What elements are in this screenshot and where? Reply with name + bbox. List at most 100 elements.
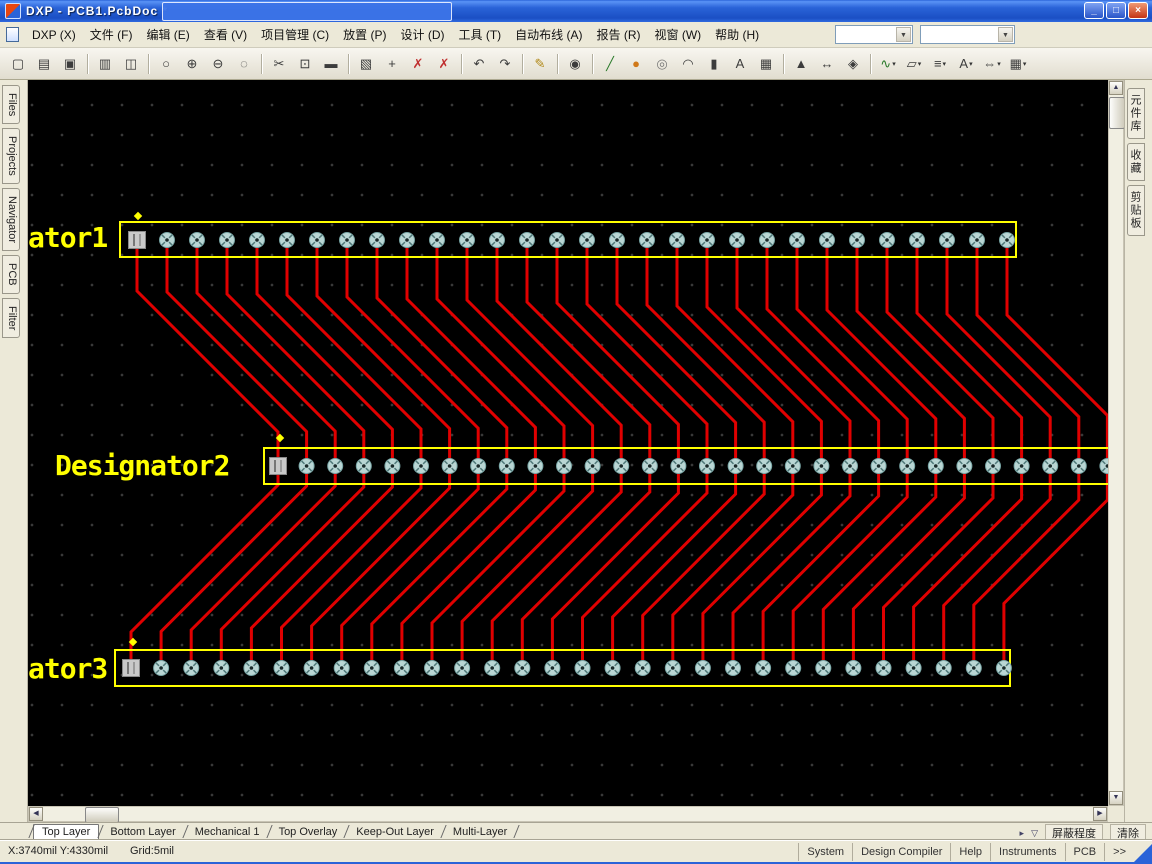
- pcb-canvas[interactable]: ator1 Designator2 ator3: [28, 80, 1108, 806]
- sidebar-tab-projects[interactable]: Projects: [2, 128, 20, 184]
- menu-item-v[interactable]: 查看 (V): [197, 23, 254, 46]
- menu-item-d[interactable]: 设计 (D): [394, 23, 452, 46]
- arc-icon[interactable]: ◠: [676, 53, 700, 75]
- pcb-pad-1[interactable]: [270, 458, 287, 475]
- status-panel-design-compiler[interactable]: Design Compiler: [852, 843, 950, 861]
- menu-item-r[interactable]: 报告 (R): [590, 23, 648, 46]
- dimension-tool-icon[interactable]: ⇔▾: [980, 53, 1004, 75]
- panel-arrow-icon[interactable]: ▸: [1020, 828, 1025, 839]
- via-icon[interactable]: ◎: [650, 53, 674, 75]
- zoom-out-icon[interactable]: ⊖: [206, 53, 230, 75]
- horizontal-scrollbar[interactable]: ◀ ▶: [28, 806, 1108, 822]
- close-button[interactable]: ×: [1128, 2, 1148, 19]
- chevron-down-icon[interactable]: ▾: [969, 60, 973, 68]
- pcb-trace[interactable]: [1004, 466, 1108, 668]
- pcb-trace[interactable]: [884, 466, 994, 668]
- pcb-trace[interactable]: [377, 240, 507, 466]
- menu-item-t[interactable]: 工具 (T): [452, 23, 509, 46]
- dimension-icon[interactable]: ↔: [815, 53, 839, 75]
- status-panel-instruments[interactable]: Instruments: [990, 843, 1064, 861]
- pcb-designator-label[interactable]: ator3: [28, 652, 107, 685]
- cut-icon[interactable]: ✂: [267, 53, 291, 75]
- pcb-trace[interactable]: [407, 240, 535, 466]
- pcb-pad-1[interactable]: [129, 232, 146, 249]
- grid-tool-icon[interactable]: ▦▾: [1006, 53, 1030, 75]
- chevron-down-icon[interactable]: ▾: [1023, 60, 1027, 68]
- origin-icon[interactable]: ◈: [841, 53, 865, 75]
- utility-tool-icon[interactable]: ▱▾: [902, 53, 926, 75]
- layer-tab-mechanical-1[interactable]: Mechanical 1: [187, 825, 268, 839]
- scroll-right-icon[interactable]: ▶: [1093, 807, 1107, 821]
- titlebar[interactable]: DXP - PCB1.PcbDoc * _ □ ×: [0, 0, 1152, 22]
- fill-icon[interactable]: ▮: [702, 53, 726, 75]
- menu-item-w[interactable]: 视窗 (W): [648, 23, 709, 46]
- pcb-trace[interactable]: [797, 240, 907, 466]
- annotation-tool-icon[interactable]: A▾: [954, 53, 978, 75]
- vertical-scrollbar[interactable]: ▲ ▼: [1108, 80, 1124, 806]
- pcb-trace[interactable]: [944, 466, 1050, 668]
- chevron-down-icon[interactable]: ▾: [997, 60, 1001, 68]
- find-icon[interactable]: ◉: [563, 53, 587, 75]
- pcb-trace[interactable]: [853, 466, 964, 668]
- sidebar-tab-pcb[interactable]: PCB: [2, 255, 20, 294]
- redo-icon[interactable]: ↷: [493, 53, 517, 75]
- select-area-icon[interactable]: ▧: [354, 53, 378, 75]
- chevron-down-icon[interactable]: ▼: [998, 27, 1013, 42]
- pcb-trace[interactable]: [827, 240, 936, 466]
- zoom-in-icon[interactable]: ⊕: [180, 53, 204, 75]
- right-panel-tab-0[interactable]: 元件库: [1127, 88, 1145, 139]
- right-panel-tab-1[interactable]: 收藏: [1127, 143, 1145, 181]
- pcb-designator-label[interactable]: ator1: [28, 221, 107, 254]
- pcb-pad-1[interactable]: [123, 660, 140, 677]
- print-icon[interactable]: ▥: [93, 53, 117, 75]
- pcb-trace[interactable]: [467, 240, 593, 466]
- undo-icon[interactable]: ↶: [467, 53, 491, 75]
- status-panel-pcb[interactable]: PCB: [1065, 843, 1105, 861]
- menu-combo-1[interactable]: ▼: [835, 25, 913, 44]
- scroll-up-icon[interactable]: ▲: [1109, 81, 1123, 95]
- minimize-button[interactable]: _: [1084, 2, 1104, 19]
- new-document-icon[interactable]: ▢: [6, 53, 30, 75]
- pcb-trace[interactable]: [437, 240, 564, 466]
- pcb-trace[interactable]: [317, 240, 450, 466]
- polygon-icon[interactable]: ▲: [789, 53, 813, 75]
- restore-button[interactable]: □: [1106, 2, 1126, 19]
- status-panel-help[interactable]: Help: [950, 843, 990, 861]
- layer-tab-multi-layer[interactable]: Multi-Layer: [445, 825, 515, 839]
- clear-selection-icon[interactable]: ✗: [406, 53, 430, 75]
- pad-icon[interactable]: ●: [624, 53, 648, 75]
- sidebar-tab-navigator[interactable]: Navigator: [2, 188, 20, 251]
- menu-item-dxp-x[interactable]: DXP (X): [25, 25, 83, 45]
- menu-item-a[interactable]: 自动布线 (A): [508, 23, 589, 46]
- wiring-tool-icon[interactable]: ∿▾: [876, 53, 900, 75]
- chevron-down-icon[interactable]: ▾: [892, 60, 896, 68]
- menu-item-e[interactable]: 编辑 (E): [139, 23, 196, 46]
- resize-grip[interactable]: [1132, 844, 1152, 864]
- zoom-selection-icon[interactable]: ◌: [232, 53, 256, 75]
- chevron-down-icon[interactable]: ▼: [896, 27, 911, 42]
- string-icon[interactable]: A: [728, 53, 752, 75]
- chevron-down-icon[interactable]: ▾: [918, 60, 922, 68]
- layer-tab-bottom-layer[interactable]: Bottom Layer: [102, 825, 183, 839]
- chevron-down-icon[interactable]: ▾: [943, 60, 947, 68]
- sidebar-tab-files[interactable]: Files: [2, 85, 20, 124]
- pcb-trace[interactable]: [974, 466, 1079, 668]
- mask-funnel-icon[interactable]: ▽: [1031, 828, 1038, 839]
- horizontal-scroll-thumb[interactable]: [85, 807, 119, 823]
- alignment-tool-icon[interactable]: ≡▾: [928, 53, 952, 75]
- pencil-icon[interactable]: ✎: [528, 53, 552, 75]
- menu-item-f[interactable]: 文件 (F): [83, 23, 140, 46]
- status-panel-system[interactable]: System: [798, 843, 852, 861]
- clear-filter-icon[interactable]: ✗: [432, 53, 456, 75]
- copy-icon[interactable]: ⊡: [293, 53, 317, 75]
- interactive-routing-icon[interactable]: ╱: [598, 53, 622, 75]
- layer-tab-top-layer[interactable]: Top Layer: [33, 824, 99, 840]
- pcb-trace[interactable]: [947, 240, 1050, 466]
- paste-icon[interactable]: ▬: [319, 53, 343, 75]
- pcb-designator-label[interactable]: Designator2: [55, 449, 229, 482]
- layer-tab-keep-out-layer[interactable]: Keep-Out Layer: [348, 825, 442, 839]
- right-panel-tab-2[interactable]: 剪贴板: [1127, 185, 1145, 236]
- sidebar-tab-filter[interactable]: Filter: [2, 298, 20, 338]
- vertical-scroll-thumb[interactable]: [1109, 97, 1125, 129]
- zoom-window-icon[interactable]: ○: [154, 53, 178, 75]
